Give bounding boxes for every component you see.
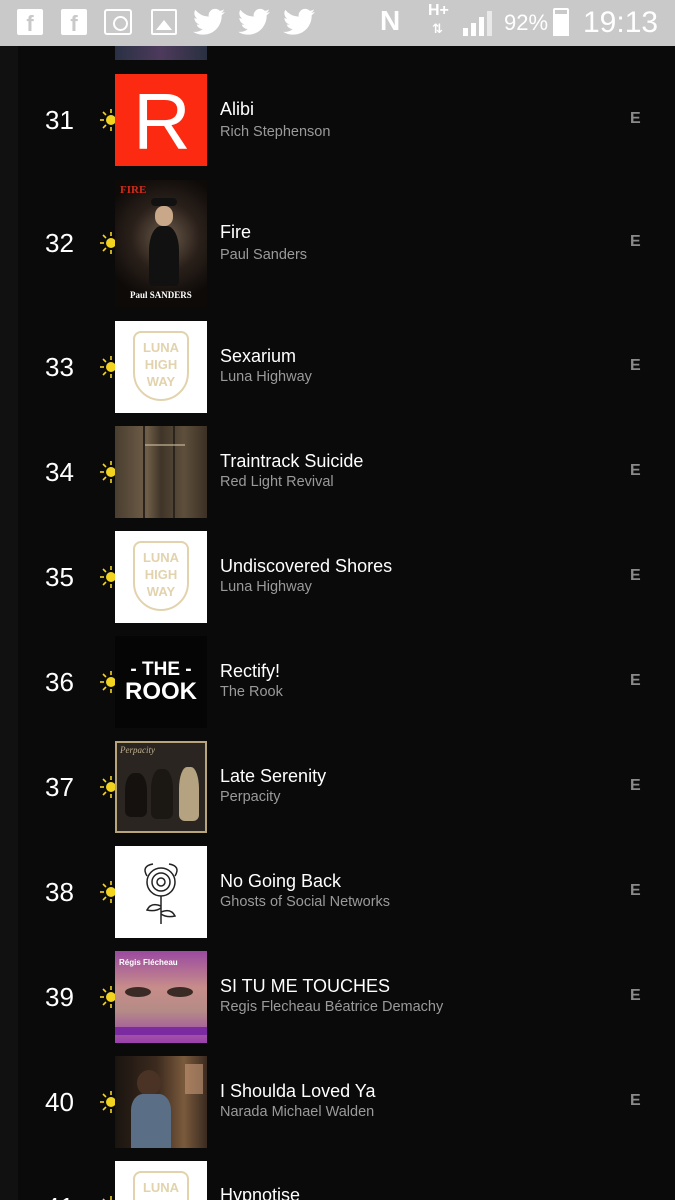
list-item[interactable]: 35 LUNA HIGH WAY Undiscovered Shores Lun… bbox=[18, 531, 675, 623]
art-letter: R bbox=[133, 77, 191, 166]
battery-icon bbox=[553, 8, 569, 36]
rank-number: 39 bbox=[45, 982, 74, 1012]
track-artist: The Rook bbox=[220, 684, 283, 700]
art-text: Paul SANDERS bbox=[130, 290, 192, 300]
explicit-badge: E bbox=[630, 110, 641, 127]
track-artist: Paul Sanders bbox=[220, 247, 308, 263]
album-art[interactable]: Régis Flécheau bbox=[115, 951, 207, 1043]
track-artist: Rich Stephenson bbox=[220, 124, 331, 140]
track-title: I Shoulda Loved Ya bbox=[220, 1081, 376, 1101]
track-title: Hypnotise bbox=[220, 1185, 301, 1200]
art-text: LUNA bbox=[142, 340, 180, 355]
network-type: H+ bbox=[428, 2, 449, 19]
chart-list: 31 R Alibi Rich Stephenson E 32 FIRE Pau… bbox=[0, 0, 675, 1200]
explicit-badge: E bbox=[630, 1092, 641, 1109]
rank-number: 38 bbox=[45, 877, 74, 907]
gallery-icon bbox=[151, 9, 177, 35]
album-art[interactable]: R bbox=[115, 74, 207, 166]
explicit-badge: E bbox=[630, 357, 641, 374]
album-art[interactable]: LUNA bbox=[115, 1161, 207, 1200]
scroll-edge bbox=[0, 46, 18, 1200]
twitter-icon bbox=[193, 8, 225, 35]
track-title: Sexarium bbox=[220, 346, 297, 366]
art-text: - THE - bbox=[130, 659, 192, 680]
explicit-badge: E bbox=[630, 567, 641, 584]
battery-percentage: 92% bbox=[504, 10, 549, 35]
track-artist: Luna Highway bbox=[220, 369, 312, 385]
list-item[interactable]: 38 No Going Back Ghosts of Social Networ… bbox=[18, 846, 675, 938]
track-artist: Red Light Revival bbox=[220, 474, 334, 490]
facebook-icon: f bbox=[17, 9, 43, 36]
art-text: HIGH bbox=[144, 567, 178, 582]
track-title: Rectify! bbox=[220, 661, 281, 681]
data-arrows-icon: ⇅ bbox=[432, 22, 443, 37]
art-text: Régis Flécheau bbox=[119, 958, 178, 967]
art-text: WAY bbox=[146, 374, 176, 389]
rank-number: 41 bbox=[45, 1192, 74, 1200]
list-item[interactable]: 32 FIRE Paul SANDERS Fire Paul Sanders E bbox=[18, 180, 675, 307]
art-text: ROOK bbox=[125, 678, 197, 705]
album-art[interactable]: LUNA HIGH WAY bbox=[115, 531, 207, 623]
track-title: Alibi bbox=[220, 99, 255, 119]
rank-number: 36 bbox=[45, 667, 74, 697]
rank-number: 31 bbox=[45, 105, 74, 135]
facebook-icon: f bbox=[61, 9, 87, 36]
track-title: SI TU ME TOUCHES bbox=[220, 976, 391, 996]
track-title: Traintrack Suicide bbox=[220, 451, 364, 471]
album-art[interactable]: Perpacity bbox=[115, 741, 207, 833]
explicit-badge: E bbox=[630, 672, 641, 689]
list-item[interactable]: 36 - THE - ROOK Rectify! The Rook E bbox=[18, 636, 675, 728]
twitter-icon bbox=[283, 8, 315, 35]
album-art[interactable] bbox=[115, 426, 207, 518]
list-item[interactable]: 37 Perpacity Late Serenity Perpacity E bbox=[18, 741, 675, 833]
list-item[interactable]: 31 R Alibi Rich Stephenson E bbox=[18, 74, 675, 166]
explicit-badge: E bbox=[630, 882, 641, 899]
track-title: No Going Back bbox=[220, 871, 342, 891]
track-title: Undiscovered Shores bbox=[220, 556, 393, 576]
art-text: LUNA bbox=[142, 1180, 180, 1195]
album-art-partial bbox=[115, 46, 207, 60]
track-title: Fire bbox=[220, 222, 251, 242]
album-art[interactable]: FIRE Paul SANDERS bbox=[115, 180, 207, 307]
art-text: LUNA bbox=[142, 550, 180, 565]
rank-number: 40 bbox=[45, 1087, 74, 1117]
art-text: WAY bbox=[146, 584, 176, 599]
messenger-icon bbox=[104, 9, 132, 35]
explicit-badge: E bbox=[630, 987, 641, 1004]
track-artist: Narada Michael Walden bbox=[220, 1104, 375, 1120]
twitter-icon bbox=[238, 8, 270, 35]
art-text: HIGH bbox=[144, 357, 178, 372]
art-text: FIRE bbox=[120, 184, 147, 196]
album-art[interactable] bbox=[115, 1056, 207, 1148]
rose-icon bbox=[144, 863, 178, 924]
rank-number: 32 bbox=[45, 228, 74, 258]
signal-icon bbox=[463, 11, 492, 36]
explicit-badge: E bbox=[630, 462, 641, 479]
list-item[interactable]: 33 LUNA HIGH WAY Sexarium Luna Highway E bbox=[18, 321, 675, 413]
track-artist: Regis Flecheau Béatrice Demachy bbox=[220, 999, 444, 1015]
explicit-badge: E bbox=[630, 233, 641, 250]
track-title: Late Serenity bbox=[220, 766, 327, 786]
album-art[interactable]: LUNA HIGH WAY bbox=[115, 321, 207, 413]
status-bar: f f N H+ ⇅ 92% 19:13 bbox=[0, 0, 675, 46]
list-item[interactable]: 40 I Shoulda Loved Ya Narada Michael Wal… bbox=[18, 1056, 675, 1148]
list-item[interactable]: 34 Traintrack Suicide Red Light Revival … bbox=[18, 426, 675, 518]
art-text: Perpacity bbox=[120, 745, 155, 755]
track-artist: Perpacity bbox=[220, 789, 281, 805]
track-artist: Ghosts of Social Networks bbox=[220, 894, 391, 910]
rank-number: 35 bbox=[45, 562, 74, 592]
explicit-badge: E bbox=[630, 777, 641, 794]
rank-number: 34 bbox=[45, 457, 74, 487]
list-item[interactable]: 41 LUNA Hypnotise bbox=[18, 1161, 675, 1200]
track-artist: Luna Highway bbox=[220, 579, 312, 595]
list-item[interactable]: 39 Régis Flécheau SI TU ME TOUCHES Regis… bbox=[18, 951, 675, 1043]
rank-number: 33 bbox=[45, 352, 74, 382]
rank-number: 37 bbox=[45, 772, 74, 802]
album-art[interactable] bbox=[115, 846, 207, 938]
clock: 19:13 bbox=[583, 6, 659, 39]
nfc-icon: N bbox=[380, 5, 401, 36]
album-art[interactable]: - THE - ROOK bbox=[115, 636, 207, 728]
